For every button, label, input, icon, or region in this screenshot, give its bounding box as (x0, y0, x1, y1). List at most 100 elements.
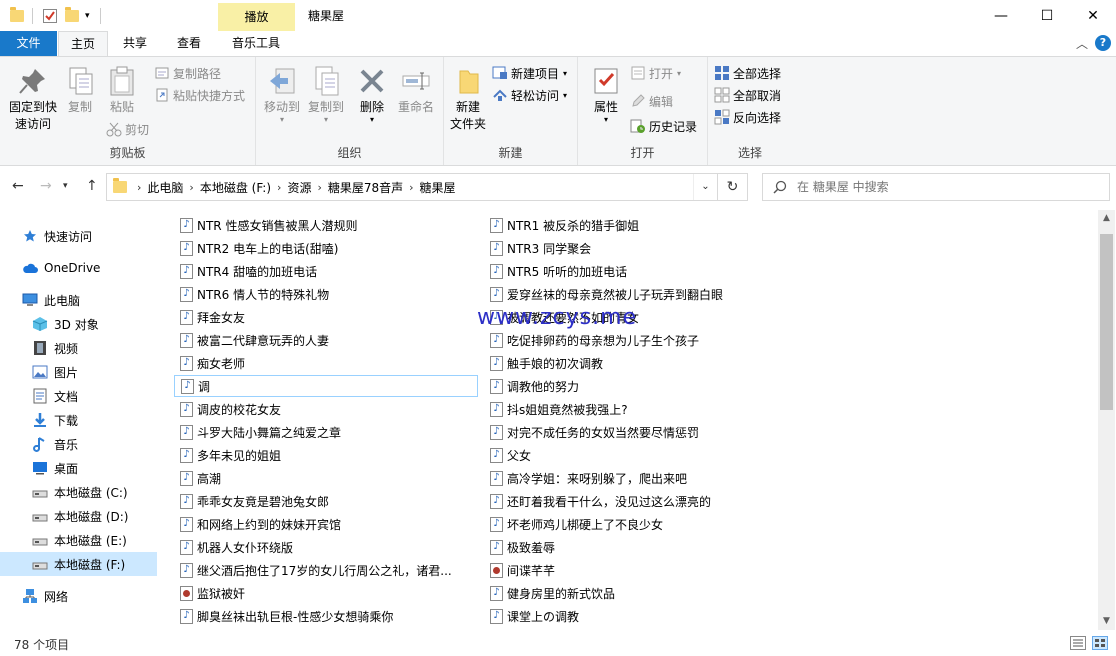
list-item[interactable]: ♪ NTR2 电车上的电话(甜嗑) (174, 237, 338, 259)
easy-access-button[interactable]: 轻松访问 ▾ (492, 85, 567, 105)
list-item[interactable]: ♪ NTR5 听听的加班电话 (484, 260, 627, 282)
invert-selection-button[interactable]: 反向选择 (714, 107, 781, 127)
sidebar-item[interactable]: 本地磁盘 (C:) (0, 480, 157, 504)
list-item[interactable]: ♪ 机器人女仆环绕版 (174, 536, 293, 558)
list-item[interactable]: ♪ 拜金女友 (174, 306, 245, 328)
address-bar[interactable]: › 此电脑 › 本地磁盘 (F:) › 资源 › 糖果屋78音声 › 糖果屋 ⌄ (106, 173, 718, 201)
tab-view[interactable]: 查看 (164, 31, 214, 56)
sidebar-item[interactable]: 视频 (0, 336, 157, 360)
edit-button[interactable]: 编辑 (630, 91, 673, 111)
list-item[interactable]: ♪ 调 (174, 375, 478, 397)
paste-shortcut-button[interactable]: 粘贴快捷方式 (154, 85, 245, 105)
list-item[interactable]: ♪ NTR4 甜嗑的加班电话 (174, 260, 317, 282)
list-item[interactable]: ♪ 脚臭丝袜出轨巨根-性感少女想骑乘你 (174, 605, 393, 627)
back-button[interactable]: ← (12, 178, 24, 194)
context-tab-play[interactable]: 播放 (218, 3, 295, 31)
properties-quick-icon[interactable] (43, 9, 57, 23)
customize-quick-access-icon[interactable]: ▾ (85, 11, 90, 21)
list-item[interactable]: 间谍芊芊 (484, 559, 555, 581)
select-none-button[interactable]: 全部取消 (714, 85, 781, 105)
copy-path-button[interactable]: 复制路径 (154, 63, 221, 83)
sidebar-item[interactable]: 快速访问 (0, 224, 157, 248)
vertical-scrollbar[interactable]: ▲ ▼ (1098, 210, 1115, 630)
close-button[interactable]: ✕ (1070, 0, 1116, 31)
delete-button[interactable]: 删除 ▾ (354, 65, 390, 124)
tab-music-tools[interactable]: 音乐工具 (220, 31, 292, 56)
sidebar-item[interactable]: 此电脑 (0, 288, 157, 312)
details-view-icon[interactable] (1070, 636, 1086, 650)
list-item[interactable]: ♪ 多年未见的姐姐 (174, 444, 281, 466)
breadcrumb-candyhouse[interactable]: 糖果屋 (420, 179, 456, 196)
search-box[interactable] (762, 173, 1110, 201)
search-input[interactable] (797, 180, 1097, 194)
list-item[interactable]: ♪ 父女 (484, 444, 531, 466)
history-button[interactable]: 历史记录 (630, 116, 697, 136)
sidebar-item[interactable]: 下载 (0, 408, 157, 432)
list-item[interactable]: ♪ 痴女老师 (174, 352, 245, 374)
list-item[interactable]: ♪ 触手娘的初次调教 (484, 352, 603, 374)
list-item[interactable]: ♪ NTR1 被反杀的猎手御姐 (484, 214, 639, 236)
list-item[interactable]: ♪ 还盯着我看干什么，没见过这么漂亮的 (484, 490, 711, 512)
pin-quick-access-button[interactable]: 固定到快 速访问 (6, 65, 60, 133)
minimize-button[interactable]: — (978, 0, 1024, 31)
sidebar-item[interactable]: 网络 (0, 584, 157, 608)
list-item[interactable]: ♪ NTR3 同学聚会 (484, 237, 591, 259)
properties-button[interactable]: 属性 ▾ (586, 65, 626, 124)
sidebar-item[interactable]: 本地磁盘 (D:) (0, 504, 157, 528)
collapse-ribbon-icon[interactable]: ︿ (1076, 35, 1088, 52)
breadcrumb-candyhouse78[interactable]: 糖果屋78音声 (328, 179, 403, 196)
select-all-button[interactable]: 全部选择 (714, 63, 781, 83)
sidebar-item[interactable]: 桌面 (0, 456, 157, 480)
sidebar-item[interactable]: 本地磁盘 (F:) (0, 552, 157, 576)
tab-share[interactable]: 共享 (110, 31, 160, 56)
list-item[interactable]: ♪ 爱穿丝袜的母亲竟然被儿子玩弄到翻白眼 (484, 283, 723, 305)
sidebar-item[interactable]: 文档 (0, 384, 157, 408)
large-icons-view-icon[interactable] (1092, 636, 1108, 650)
list-item[interactable]: ♪ 极致羞辱 (484, 536, 555, 558)
list-item[interactable]: ♪ 调教他的努力 (484, 375, 579, 397)
list-item[interactable]: ♪ 坏老师鸡儿梆硬上了不良少女 (484, 513, 663, 535)
list-item[interactable]: ♪ 和网络上约到的妹妹开宾馆 (174, 513, 341, 535)
list-item[interactable]: ♪ 继父酒后抱住了17岁的女儿行周公之礼，诸君... (174, 559, 452, 581)
recent-locations-button[interactable]: ▾ (63, 181, 68, 191)
scroll-up-icon[interactable]: ▲ (1098, 210, 1115, 227)
list-item[interactable]: ♪ 对完不成任务的女奴当然要尽情惩罚 (484, 421, 699, 443)
sidebar-item[interactable]: 音乐 (0, 432, 157, 456)
open-button[interactable]: 打开 ▾ (630, 63, 681, 83)
scroll-down-icon[interactable]: ▼ (1098, 613, 1115, 630)
up-button[interactable]: ↑ (86, 178, 98, 194)
tab-file[interactable]: 文件 (0, 31, 57, 56)
list-item[interactable]: ♪ 吃促排卵药的母亲想为儿子生个孩子 (484, 329, 699, 351)
cut-button[interactable]: 剪切 (106, 119, 149, 139)
scroll-thumb[interactable] (1100, 234, 1113, 410)
maximize-button[interactable]: ☐ (1024, 0, 1070, 31)
rename-button[interactable]: 重命名 (394, 65, 438, 116)
list-item[interactable]: ♪ 调皮的校花女友 (174, 398, 281, 420)
breadcrumb-resources[interactable]: 资源 (287, 179, 311, 196)
list-item[interactable]: ♪ 高潮 (174, 467, 221, 489)
list-item[interactable]: ♪ 乖乖女友竟是碧池兔女郎 (174, 490, 329, 512)
new-item-button[interactable]: 新建项目 ▾ (492, 63, 567, 83)
list-item[interactable]: ♪ 健身房里的新式饮品 (484, 582, 615, 604)
list-item[interactable]: ♪ 被富二代肆意玩弄的人妻 (174, 329, 329, 351)
list-item[interactable]: ♪ NTR 性感女销售被黑人潜规则 (174, 214, 357, 236)
sidebar-item[interactable]: 3D 对象 (0, 312, 157, 336)
list-item[interactable]: ♪ NTR6 情人节的特殊礼物 (174, 283, 329, 305)
paste-button[interactable]: 粘贴 (104, 65, 140, 116)
breadcrumb-drive-f[interactable]: 本地磁盘 (F:) (200, 179, 271, 196)
list-item[interactable]: 监狱被奸 (174, 582, 245, 604)
breadcrumb-this-pc[interactable]: 此电脑 (147, 179, 183, 196)
sidebar-item[interactable]: OneDrive (0, 256, 157, 280)
move-to-button[interactable]: 移动到 ▾ (260, 65, 304, 124)
new-folder-button[interactable]: 新建 文件夹 (448, 65, 488, 133)
new-folder-quick-icon[interactable] (65, 7, 79, 22)
list-item[interactable]: ♪ 斗罗大陆小舞篇之纯爱之章 (174, 421, 341, 443)
copy-to-button[interactable]: 复制到 ▾ (304, 65, 348, 124)
sidebar-item[interactable]: 本地磁盘 (E:) (0, 528, 157, 552)
address-dropdown-button[interactable]: ⌄ (693, 174, 717, 200)
copy-button[interactable]: 复制 (62, 65, 98, 116)
list-item[interactable]: ♪ 高冷学姐：来呀别躲了，爬出来吧 (484, 467, 687, 489)
list-item[interactable]: ♪ 课堂上の调教 (484, 605, 579, 627)
help-icon[interactable]: ? (1095, 35, 1111, 51)
list-item[interactable]: ♪ 抖s姐姐竟然被我强上? (484, 398, 628, 420)
